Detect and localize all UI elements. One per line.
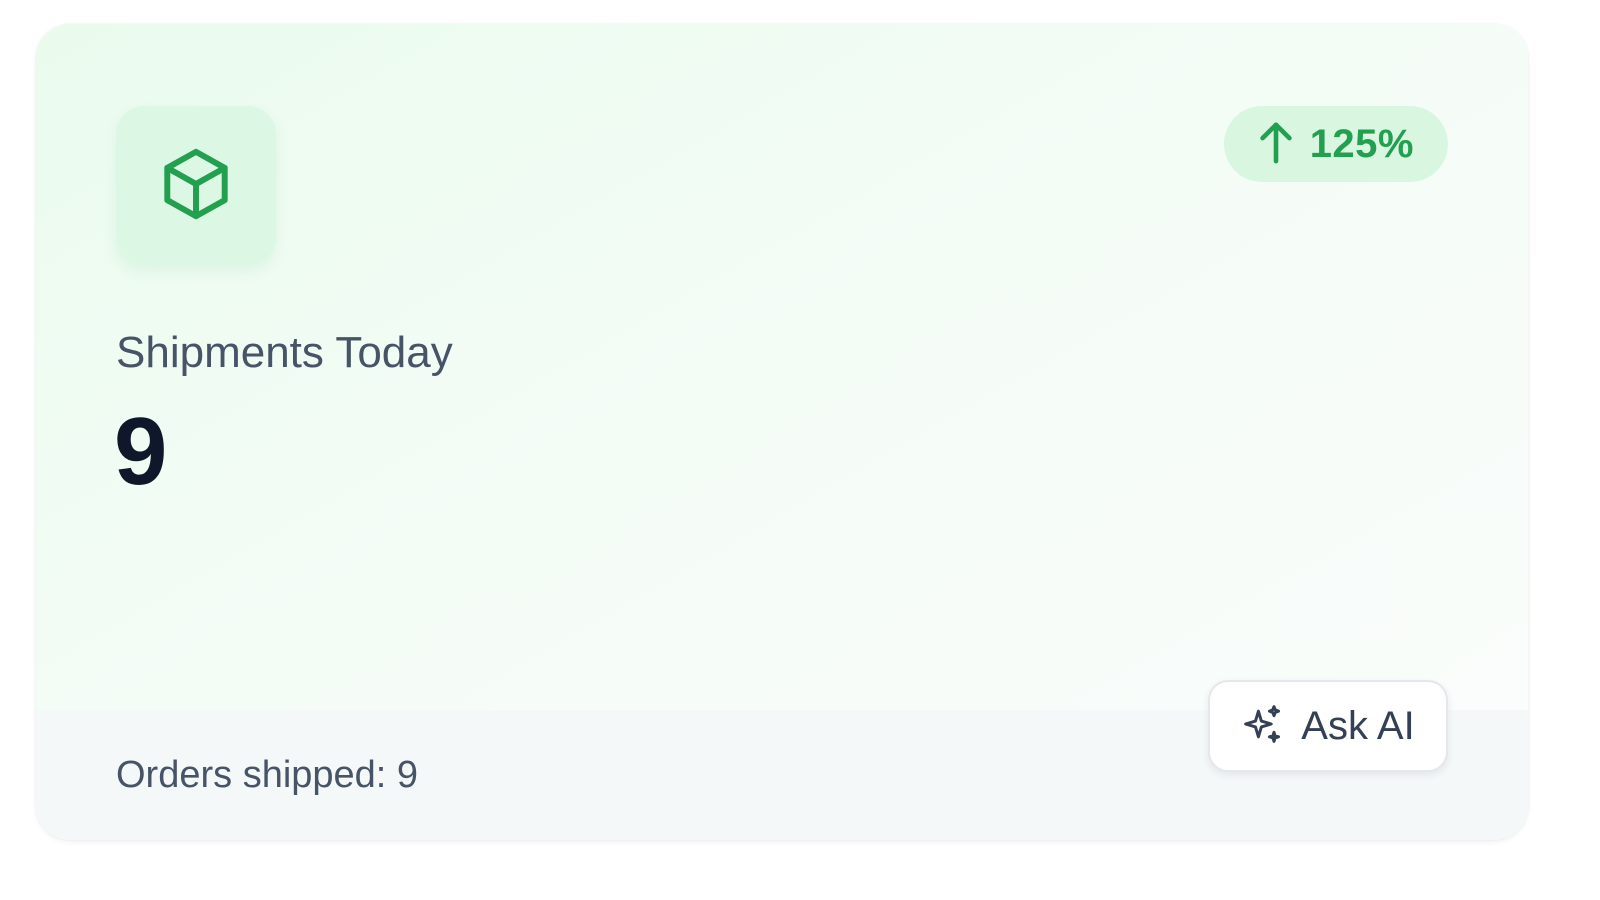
icon-tile	[116, 106, 276, 266]
sparkle-icon	[1241, 702, 1285, 751]
box-icon	[154, 142, 238, 231]
arrow-up-icon	[1256, 119, 1296, 170]
metric-value: 9	[114, 398, 168, 505]
trend-value: 125%	[1309, 121, 1414, 166]
ask-ai-button[interactable]: Ask AI	[1208, 680, 1448, 772]
metric-label: Shipments Today	[116, 328, 453, 377]
trend-badge: 125%	[1223, 106, 1448, 182]
footer-text: Orders shipped: 9	[116, 754, 419, 796]
ask-ai-label: Ask AI	[1301, 703, 1415, 748]
